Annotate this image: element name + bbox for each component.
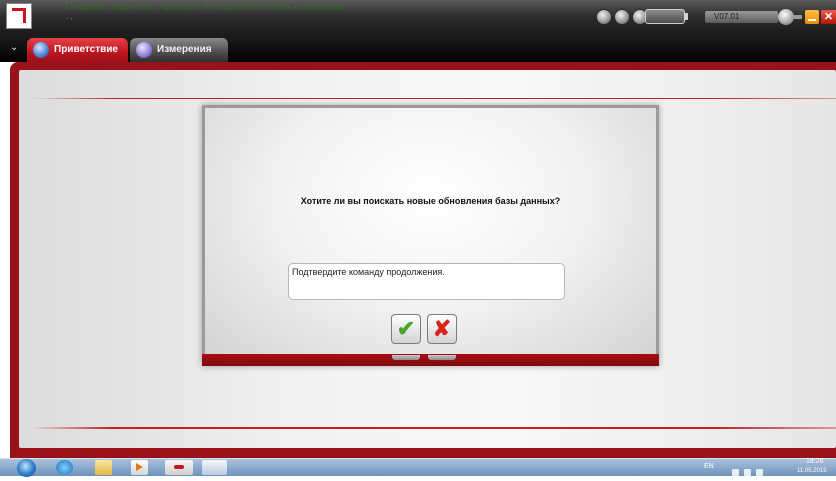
confirm-message-box: Подтвердите команду продолжения. — [288, 263, 565, 300]
close-button[interactable]: ✕ — [821, 10, 836, 24]
tab-measurements-label: Измерения — [157, 44, 212, 55]
cancel-button-base — [428, 355, 456, 360]
diagnostic-app-icon[interactable] — [165, 460, 193, 475]
media-player-icon[interactable] — [131, 460, 148, 475]
tab-measurements[interactable]: Измерения — [130, 38, 228, 62]
header-status-text: Ожидание: соединение с прибором. Не подк… — [66, 2, 346, 11]
tray-network-icon[interactable] — [732, 469, 739, 476]
globe-icon — [33, 42, 49, 58]
minimize-button[interactable] — [805, 10, 819, 24]
clock-date[interactable]: 11.05.2015 — [797, 468, 827, 474]
divider-bottom — [31, 427, 836, 429]
clock-time[interactable]: 18:26 — [806, 458, 824, 465]
tray-volume-icon[interactable] — [756, 469, 763, 476]
language-indicator[interactable]: EN — [704, 463, 714, 470]
cancel-button[interactable]: ✘ — [427, 314, 457, 344]
power-knob-track — [794, 15, 802, 19]
version-label: V07.01 — [705, 11, 778, 23]
confirm-button[interactable]: ✔ — [391, 314, 421, 344]
power-knob-icon[interactable] — [778, 9, 794, 25]
app-logo — [6, 3, 32, 29]
headset-icon[interactable] — [614, 9, 630, 25]
start-button[interactable] — [17, 459, 36, 477]
tray-flag-icon[interactable] — [744, 469, 751, 476]
dialog-question: Хотите ли вы поискать новые обновления б… — [300, 196, 561, 206]
paint-icon[interactable] — [202, 460, 227, 475]
folder-icon[interactable] — [95, 460, 112, 475]
browser-icon[interactable] — [56, 460, 73, 475]
divider-top — [31, 98, 836, 99]
settings-icon[interactable] — [596, 9, 612, 25]
tab-welcome[interactable]: Приветствие — [27, 38, 128, 62]
header-status-indicator: . , — [66, 12, 73, 21]
waveform-icon — [136, 42, 152, 58]
battery-icon — [645, 9, 688, 24]
system-tray[interactable] — [732, 463, 790, 476]
confirm-button-base — [392, 355, 420, 360]
tab-menu-chevron-icon[interactable]: ⌄ — [10, 42, 18, 53]
tab-welcome-label: Приветствие — [54, 44, 118, 55]
